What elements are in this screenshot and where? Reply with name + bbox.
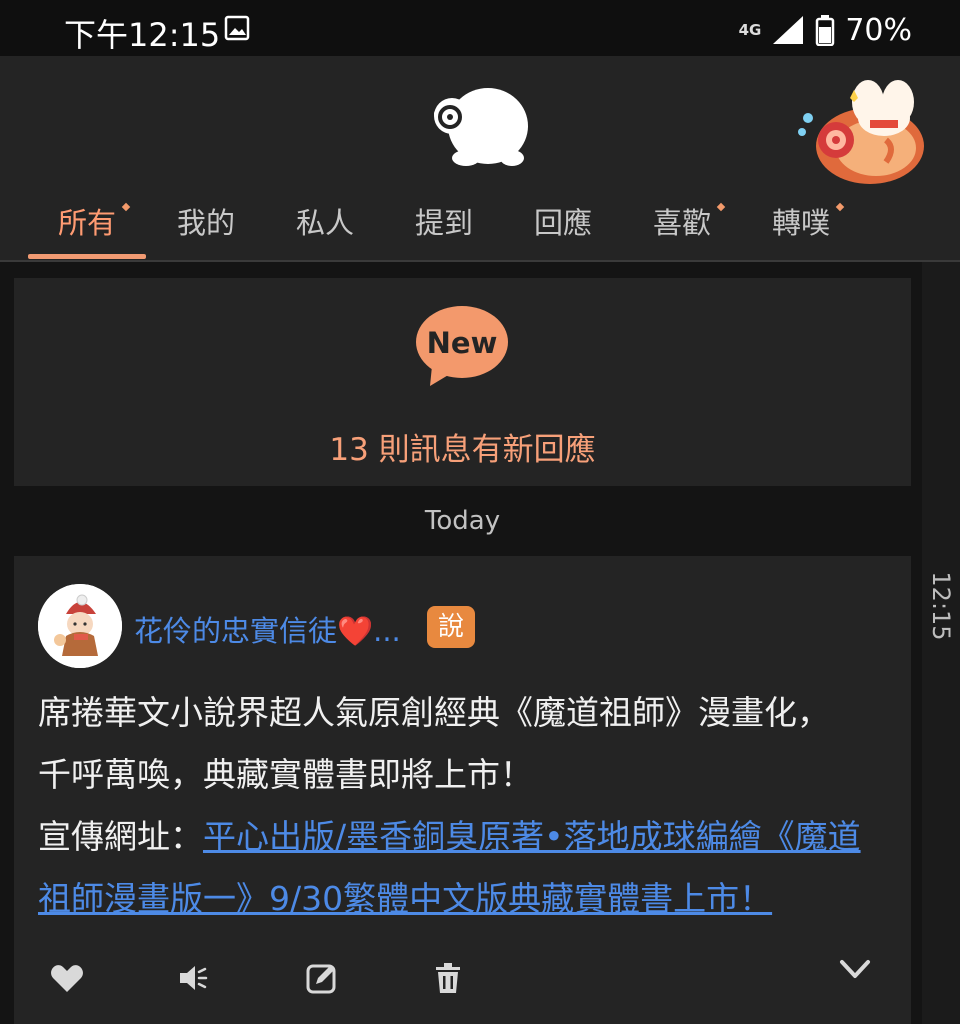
tab-label: 所有: [57, 206, 116, 240]
post-author[interactable]: 花伶的忠實信徒❤️...: [134, 608, 401, 650]
tab-mentions[interactable]: 提到: [384, 200, 504, 258]
tab-label: 我的: [176, 206, 235, 240]
new-bubble-icon: New: [416, 306, 508, 386]
avatar-image: [38, 584, 122, 668]
plurk-post[interactable]: 花伶的忠實信徒❤️... 說 席捲華文小說界超人氣原創經典《魔道祖師》漫畫化， …: [14, 556, 911, 1024]
tab-label: 轉噗: [771, 206, 830, 240]
app-header: 所有 我的 私人 提到 回應 喜歡 轉噗: [0, 56, 960, 262]
trash-icon[interactable]: [434, 962, 462, 994]
timeline-time-label: 12:15: [927, 571, 955, 641]
battery-percent: 70%: [845, 12, 912, 48]
tab-label: 私人: [295, 206, 354, 240]
tab-label: 回應: [533, 206, 592, 240]
post-text-line: 千呼萬喚，典藏實體書即將上市！: [38, 755, 533, 794]
status-bar: 下午12:15 4G 70%: [0, 0, 960, 56]
tab-responses[interactable]: 回應: [503, 200, 623, 258]
active-tab-indicator: [28, 254, 146, 259]
header-divider: [0, 260, 960, 262]
plurk-logo-icon[interactable]: [426, 80, 532, 174]
post-content: 席捲華文小說界超人氣原創經典《魔道祖師》漫畫化， 千呼萬喚，典藏實體書即將上市！…: [38, 682, 888, 930]
network-type: 4G: [738, 20, 762, 39]
timeline-strip[interactable]: [922, 262, 960, 1024]
tab-replurks[interactable]: 轉噗: [741, 200, 861, 258]
avatar[interactable]: [38, 584, 122, 668]
tab-all[interactable]: 所有: [27, 200, 147, 258]
unread-dot-icon: [716, 202, 726, 212]
qualifier-badge: 說: [427, 606, 475, 648]
edit-icon[interactable]: [306, 962, 338, 994]
tab-private[interactable]: 私人: [265, 200, 385, 258]
date-divider: Today: [424, 506, 501, 536]
gallery-notification-icon: [224, 15, 250, 41]
unread-dot-icon: [121, 202, 131, 212]
new-responses-text: 13 則訊息有新回應: [329, 432, 596, 468]
heart-icon[interactable]: [50, 962, 84, 994]
filter-tabs: 所有 我的 私人 提到 回應 喜歡 轉噗: [0, 200, 960, 260]
new-badge-label: New: [427, 326, 498, 360]
chevron-down-icon[interactable]: [838, 958, 872, 982]
post-actions: [14, 956, 911, 1006]
tab-mine[interactable]: 我的: [146, 200, 266, 258]
link-prefix: 宣傳網址：: [38, 817, 203, 856]
tab-likes[interactable]: 喜歡: [622, 200, 742, 258]
mute-icon[interactable]: [178, 962, 210, 994]
tab-label: 喜歡: [652, 206, 711, 240]
new-responses-card[interactable]: New 13 則訊息有新回應: [14, 278, 911, 486]
battery-icon: [816, 15, 835, 46]
mascot-karma-icon[interactable]: [796, 76, 942, 188]
tab-label: 提到: [414, 206, 473, 240]
signal-icon: [773, 16, 804, 44]
status-time: 下午12:15: [64, 16, 221, 54]
post-text-line: 席捲華文小說界超人氣原創經典《魔道祖師》漫畫化，: [38, 693, 830, 732]
unread-dot-icon: [835, 202, 845, 212]
post-link-line: 宣傳網址：平心出版/墨香銅臭原著•落地成球編繪《魔道祖師漫畫版一》9/30繁體中…: [38, 806, 888, 930]
